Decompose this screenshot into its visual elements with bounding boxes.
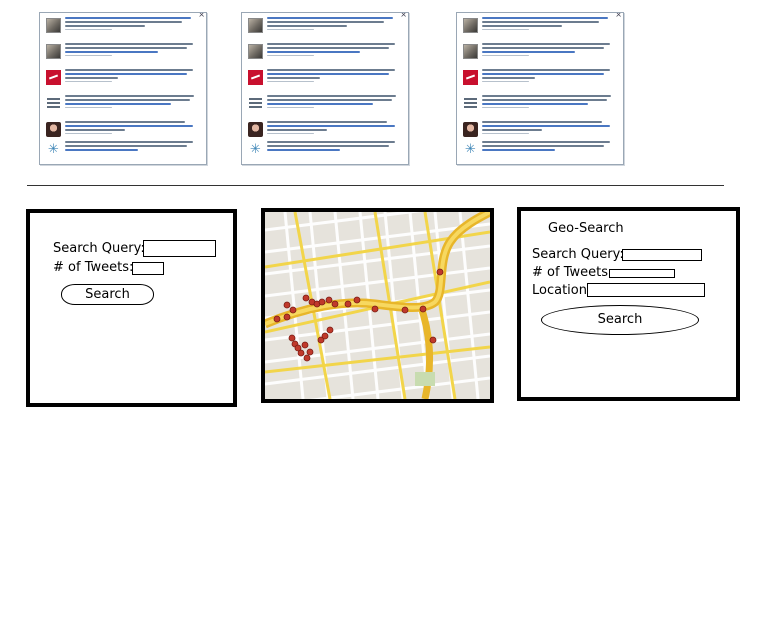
map-marker-pin[interactable] (289, 306, 297, 314)
map-marker-pin[interactable] (321, 332, 329, 340)
map-marker-pin[interactable] (302, 294, 310, 302)
tweet-item: ✳ (248, 141, 402, 164)
map-marker-pin[interactable] (303, 354, 311, 362)
map-view (265, 212, 490, 399)
avatar (248, 18, 263, 33)
avatar (46, 44, 61, 59)
avatar (46, 122, 61, 137)
avatar (463, 70, 478, 85)
map-marker-pin[interactable] (318, 298, 326, 306)
tweet-feed-2: × ✳ (241, 12, 409, 165)
geo-search-panel: Geo-Search Search Query: # of Tweets Loc… (517, 207, 740, 401)
tweet-item (463, 95, 617, 119)
map-marker-pin[interactable] (273, 315, 281, 323)
search-button[interactable]: Search (61, 284, 154, 305)
map-marker-pin[interactable] (353, 296, 361, 304)
tweet-count-label: # of Tweets: (53, 260, 134, 275)
tweet-item (46, 69, 200, 93)
avatar (463, 96, 478, 111)
geo-search-query-label: Search Query: (532, 247, 624, 262)
tweet-item (248, 43, 402, 67)
avatar (463, 122, 478, 137)
tweet-item (46, 95, 200, 119)
map-marker-pin[interactable] (344, 300, 352, 308)
map-marker-pin[interactable] (288, 334, 296, 342)
map-marker-pin[interactable] (326, 326, 334, 334)
map-marker-pin[interactable] (301, 341, 309, 349)
avatar (46, 96, 61, 111)
geo-search-query-input[interactable] (622, 249, 702, 261)
tweet-item: ✳ (463, 141, 617, 164)
map-marker-pin[interactable] (436, 268, 444, 276)
avatar (463, 18, 478, 33)
avatar (463, 44, 478, 59)
map-panel[interactable] (261, 208, 494, 403)
map-marker-pin[interactable] (283, 301, 291, 309)
tweet-item (46, 17, 200, 41)
geo-tweet-count-input[interactable] (609, 269, 675, 278)
location-input[interactable] (587, 283, 705, 297)
avatar (248, 44, 263, 59)
search-panel: Search Query: # of Tweets: Search (26, 209, 237, 407)
map-marker-pin[interactable] (331, 300, 339, 308)
avatar (46, 18, 61, 33)
tweet-item (248, 95, 402, 119)
tweet-item (46, 43, 200, 67)
tweet-count-input[interactable] (132, 262, 164, 275)
search-query-label: Search Query: (53, 241, 145, 256)
map-marker-pin[interactable] (325, 296, 333, 304)
map-marker-pin[interactable] (429, 336, 437, 344)
avatar (248, 70, 263, 85)
tweet-item: ✳ (46, 141, 200, 164)
map-marker-pin[interactable] (371, 305, 379, 313)
tweet-item (248, 69, 402, 93)
map-marker-pin[interactable] (283, 313, 291, 321)
star-icon: ✳ (463, 142, 478, 157)
tweet-item (463, 17, 617, 41)
tweet-item (463, 43, 617, 67)
tweet-item (248, 17, 402, 41)
star-icon: ✳ (248, 142, 263, 157)
map-marker-pin[interactable] (401, 306, 409, 314)
geo-tweet-count-label: # of Tweets (532, 265, 608, 280)
map-marker-pin[interactable] (419, 305, 427, 313)
section-divider (27, 185, 724, 186)
tweet-feed-1: × ✳ (39, 12, 207, 165)
location-label: Location (532, 283, 587, 298)
tweet-item (463, 69, 617, 93)
avatar (46, 70, 61, 85)
geo-search-button[interactable]: Search (541, 305, 699, 335)
map-marker-pin[interactable] (306, 348, 314, 356)
star-icon: ✳ (46, 142, 61, 157)
search-query-input[interactable] (143, 240, 216, 257)
avatar (248, 122, 263, 137)
geo-search-title: Geo-Search (548, 221, 624, 236)
map-marker-pin[interactable] (297, 349, 305, 357)
tweet-feed-3: × ✳ (456, 12, 624, 165)
avatar (248, 96, 263, 111)
